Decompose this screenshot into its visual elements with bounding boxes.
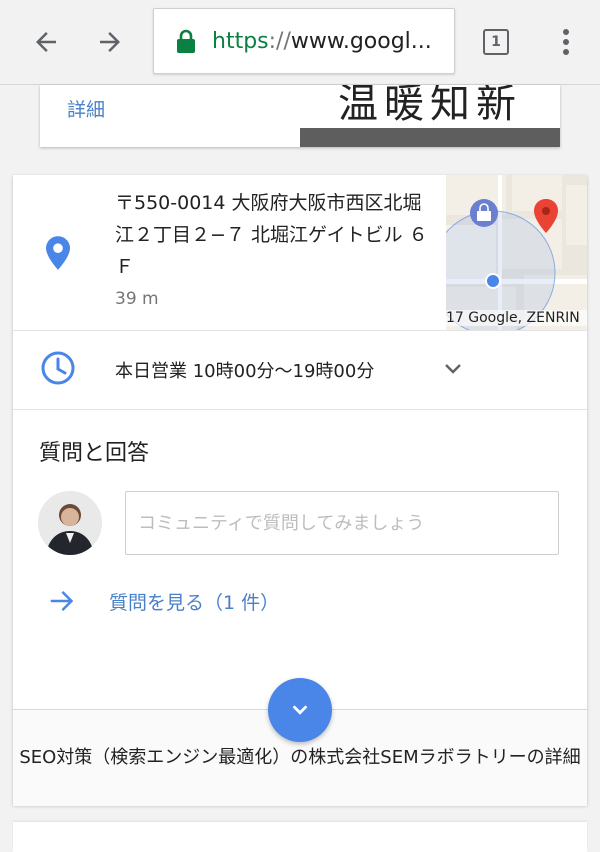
see-questions-link[interactable]: 質問を見る（1 件） [47, 583, 279, 619]
forward-arrow-icon [100, 32, 120, 52]
lock-icon [177, 29, 195, 53]
url-host: www.googl... [290, 28, 432, 54]
question-input[interactable] [125, 491, 559, 555]
address-bar[interactable]: https://www.googl... [153, 8, 455, 74]
hours-text: 本日営業 10時00分〜19時00分 [115, 361, 375, 382]
more-details-text: SEO対策（検索エンジン最適化）の株式会社SEMラボラトリーの詳細 [19, 747, 581, 768]
hours-row[interactable]: 本日営業 10時00分〜19時00分 [13, 331, 587, 410]
ad-image-bar [300, 128, 560, 147]
expand-icon [292, 705, 308, 715]
browser-toolbar: https://www.googl... 1 [0, 0, 600, 85]
next-card [13, 822, 587, 852]
map-thumbnail[interactable]: 17 Google, ZENRIN [446, 175, 587, 330]
forward-button[interactable] [86, 18, 134, 66]
qa-title: 質問と回答 [39, 441, 150, 466]
overflow-menu-icon [563, 29, 569, 55]
ad-card: 詳細 温暖知新 [40, 85, 560, 147]
expand-button[interactable] [268, 678, 332, 742]
tab-switcher-button[interactable]: 1 [472, 18, 520, 66]
tab-count: 1 [491, 34, 501, 50]
address-row[interactable]: 〒550-0014 大阪府大阪市西区北堀江２丁目２−７ 北堀江ゲイトビル ６Ｆ … [13, 175, 587, 331]
back-button[interactable] [22, 18, 70, 66]
ad-image-text: 温暖知新 [338, 85, 522, 127]
tabs-icon: 1 [483, 29, 509, 55]
map-credit: 17 Google, ZENRIN [446, 310, 587, 326]
chevron-down-icon[interactable] [441, 357, 465, 381]
distance-text: 39 m [115, 289, 159, 309]
ad-image: 温暖知新 [300, 85, 560, 128]
arrow-right-icon [50, 591, 74, 611]
url-separator: :// [268, 28, 291, 54]
url-scheme: https [212, 28, 269, 54]
see-questions-label: 質問を見る（1 件） [109, 591, 280, 614]
overflow-menu-button[interactable] [542, 18, 590, 66]
shopping-bag-icon [470, 199, 498, 227]
address-text: 〒550-0014 大阪府大阪市西区北堀江２丁目２−７ 北堀江ゲイトビル ６Ｆ [115, 192, 428, 278]
details-link[interactable]: 詳細 [67, 95, 105, 122]
back-arrow-icon [36, 32, 56, 52]
clock-icon [41, 351, 75, 385]
map-graphic [446, 175, 587, 330]
avatar [38, 491, 102, 555]
location-pin-icon [46, 236, 70, 270]
